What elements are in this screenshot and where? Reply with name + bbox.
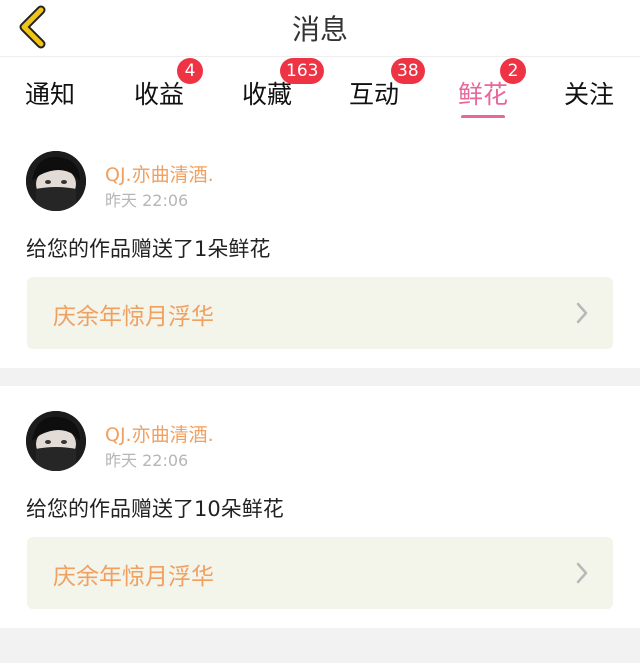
count-badge: 4 [177, 58, 203, 84]
chevron-right-icon [576, 562, 588, 584]
timestamp: 昨天 22:06 [105, 451, 189, 470]
count-badge: 2 [500, 58, 526, 84]
count-badge: 38 [391, 58, 425, 84]
top-bar: 消息 [0, 0, 640, 56]
page-title: 消息 [291, 13, 348, 46]
sender-name[interactable]: QJ.亦曲清酒. [105, 160, 214, 187]
user-avatar-icon [26, 151, 86, 211]
message-card: QJ.亦曲清酒. 昨天 22:06 给您的作品赠送了10朵鲜花 庆余年惊月浮华 [0, 386, 640, 628]
tab-label: 互动 [349, 80, 400, 109]
tab-following[interactable]: 关注 [564, 75, 614, 111]
message-card: QJ.亦曲清酒. 昨天 22:06 给您的作品赠送了1朵鲜花 庆余年惊月浮华 [0, 118, 640, 368]
work-title: 庆余年惊月浮华 [53, 304, 214, 330]
tab-notifications[interactable]: 通知 [25, 75, 75, 111]
message-text: 给您的作品赠送了1朵鲜花 [26, 237, 271, 261]
work-title: 庆余年惊月浮华 [53, 564, 214, 590]
work-link[interactable]: 庆余年惊月浮华 [27, 537, 613, 609]
timestamp: 昨天 22:06 [105, 191, 189, 210]
tab-label: 收益 [134, 80, 185, 109]
chevron-right-icon [576, 302, 588, 324]
tab-interactions[interactable]: 互动 38 [349, 58, 425, 111]
tab-label: 收藏 [242, 80, 293, 109]
section-divider [0, 628, 640, 663]
message-text: 给您的作品赠送了10朵鲜花 [26, 497, 284, 521]
tab-label: 鲜花 [458, 80, 509, 109]
tab-favorites[interactable]: 收藏 163 [242, 58, 325, 111]
section-divider [0, 368, 640, 386]
tab-bar: 通知 收益 4 收藏 163 互动 38 鲜花 2 关注 [0, 56, 640, 119]
work-link[interactable]: 庆余年惊月浮华 [27, 277, 613, 349]
avatar[interactable] [26, 151, 86, 211]
avatar[interactable] [26, 411, 86, 471]
tab-label: 关注 [564, 80, 615, 109]
count-badge: 163 [280, 58, 325, 84]
user-avatar-icon [26, 411, 86, 471]
tab-flowers[interactable]: 鲜花 2 [458, 58, 526, 119]
tab-label: 通知 [25, 80, 76, 109]
tab-earnings[interactable]: 收益 4 [134, 58, 203, 111]
sender-name[interactable]: QJ.亦曲清酒. [105, 420, 214, 447]
